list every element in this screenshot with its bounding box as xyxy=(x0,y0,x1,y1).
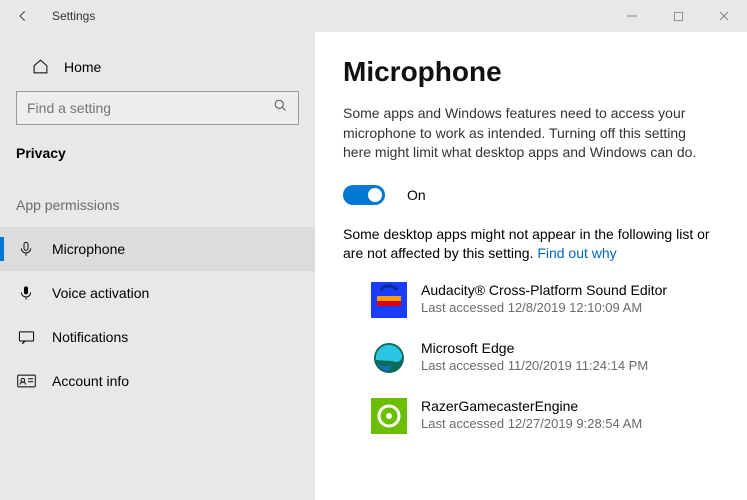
search-icon xyxy=(273,98,288,118)
home-label: Home xyxy=(64,59,101,75)
microphone-icon xyxy=(16,240,36,258)
app-name: RazerGamecasterEngine xyxy=(421,398,642,414)
content-area: Microphone Some apps and Windows feature… xyxy=(315,32,747,500)
nav-notifications[interactable]: Notifications xyxy=(0,315,315,359)
window-title: Settings xyxy=(52,9,95,23)
titlebar: Settings xyxy=(0,0,747,32)
search-box[interactable] xyxy=(16,91,299,125)
app-meta: Last accessed 11/20/2019 11:24:14 PM xyxy=(421,358,648,373)
maximize-button[interactable] xyxy=(655,0,701,32)
find-out-why-link[interactable]: Find out why xyxy=(537,245,616,261)
note-text: Some desktop apps might not appear in th… xyxy=(343,225,723,264)
page-description: Some apps and Windows features need to a… xyxy=(343,104,713,163)
nav-label: Account info xyxy=(52,373,129,389)
voice-icon xyxy=(16,284,36,302)
app-icon-razer xyxy=(371,398,407,434)
nav-label: Voice activation xyxy=(52,285,149,301)
toggle-label: On xyxy=(407,187,426,203)
app-row: RazerGamecasterEngine Last accessed 12/2… xyxy=(371,398,723,434)
app-icon-edge xyxy=(371,340,407,376)
app-icon-audacity xyxy=(371,282,407,318)
nav-voice-activation[interactable]: Voice activation xyxy=(0,271,315,315)
page-title: Microphone xyxy=(343,56,723,88)
nav-label: Notifications xyxy=(52,329,128,345)
app-meta: Last accessed 12/27/2019 9:28:54 AM xyxy=(421,416,642,431)
close-button[interactable] xyxy=(701,0,747,32)
home-icon xyxy=(30,58,50,75)
search-input[interactable] xyxy=(27,100,273,116)
nav-account-info[interactable]: Account info xyxy=(0,359,315,403)
app-name: Audacity® Cross-Platform Sound Editor xyxy=(421,282,667,298)
group-header: App permissions xyxy=(0,179,315,227)
app-row: Microsoft Edge Last accessed 11/20/2019 … xyxy=(371,340,723,376)
account-icon xyxy=(16,374,36,388)
sidebar: Home Privacy App permissions Microphone xyxy=(0,32,315,500)
back-button[interactable] xyxy=(0,0,46,32)
home-nav[interactable]: Home xyxy=(0,50,315,85)
app-row: Audacity® Cross-Platform Sound Editor La… xyxy=(371,282,723,318)
section-title: Privacy xyxy=(0,141,315,179)
note-prefix: Some desktop apps might not appear in th… xyxy=(343,226,710,262)
nav-microphone[interactable]: Microphone xyxy=(0,227,315,271)
notifications-icon xyxy=(16,330,36,345)
app-name: Microsoft Edge xyxy=(421,340,648,356)
minimize-button[interactable] xyxy=(609,0,655,32)
microphone-toggle[interactable] xyxy=(343,185,385,205)
app-meta: Last accessed 12/8/2019 12:10:09 AM xyxy=(421,300,667,315)
nav-label: Microphone xyxy=(52,241,125,257)
